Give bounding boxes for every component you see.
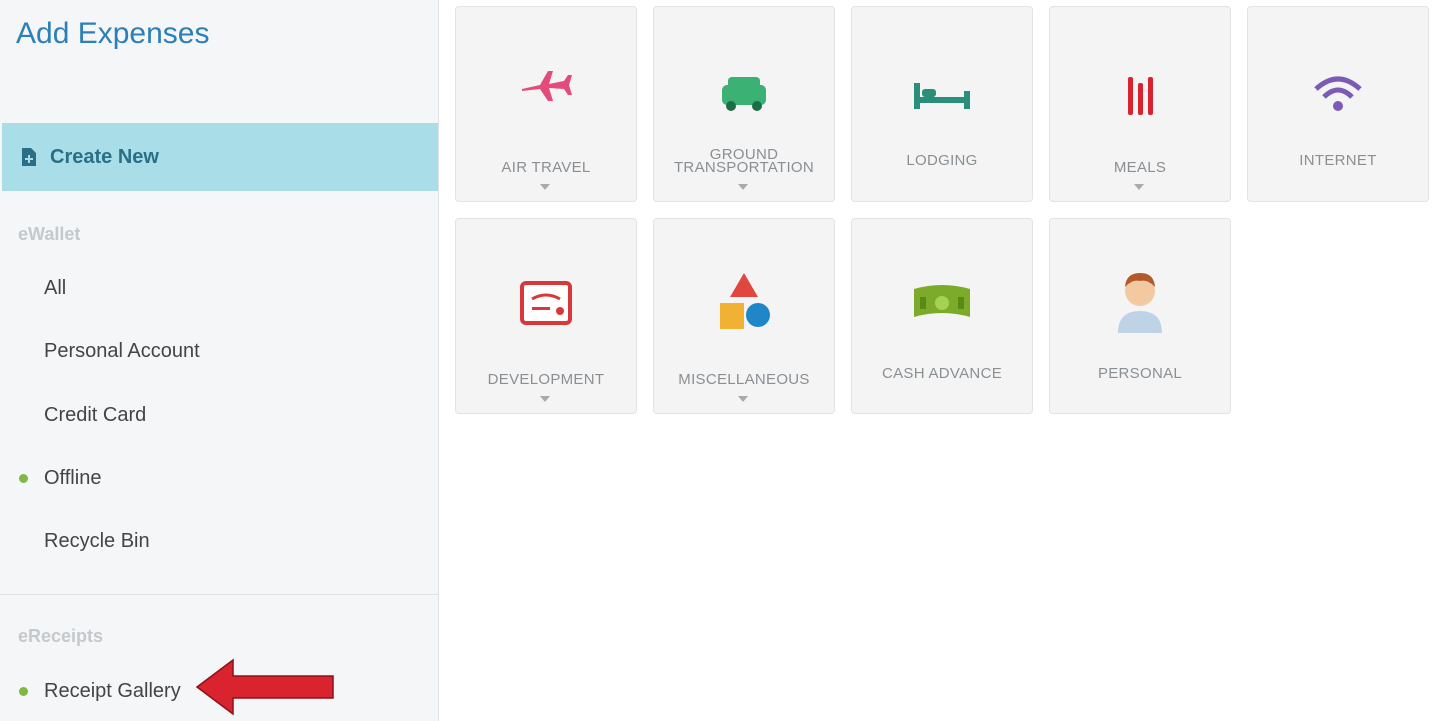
ewallet-section-label: eWallet	[18, 224, 81, 244]
cash-icon	[852, 283, 1032, 323]
page-title: Add Expenses	[16, 17, 210, 50]
create-new-button[interactable]: Create New	[2, 123, 438, 191]
tile-label: LODGING	[906, 152, 978, 169]
tile-label: MEALS	[1113, 159, 1167, 176]
sidebar-item-all[interactable]: All	[44, 277, 66, 300]
tile-label: AIR TRAVEL	[501, 159, 591, 176]
tile-air-travel[interactable]: AIR TRAVEL	[455, 6, 637, 202]
wifi-icon	[1248, 73, 1428, 113]
sidebar: Add Expenses Create New eWallet All Pers…	[0, 0, 439, 721]
tile-personal[interactable]: PERSONAL	[1049, 218, 1231, 414]
tile-lodging[interactable]: LODGING	[851, 6, 1033, 202]
sidebar-item-offline[interactable]: Offline	[44, 467, 101, 490]
bed-icon	[852, 73, 1032, 113]
chevron-down-icon	[1134, 184, 1144, 190]
person-icon	[1050, 269, 1230, 335]
sidebar-item-receipt-gallery[interactable]: Receipt Gallery	[44, 680, 181, 703]
tile-development[interactable]: DEVELOPMENT	[455, 218, 637, 414]
sidebar-item-credit-card[interactable]: Credit Card	[44, 404, 146, 427]
chevron-down-icon	[738, 396, 748, 402]
red-arrow-pointer-icon	[195, 658, 335, 721]
airplane-icon	[456, 67, 636, 107]
ereceipts-section-label: eReceipts	[18, 626, 104, 646]
tile-label: INTERNET	[1299, 152, 1377, 169]
tile-label: DEVELOPMENT	[487, 371, 605, 388]
tile-label: CASH ADVANCE	[881, 365, 1003, 382]
sidebar-item-recycle-bin[interactable]: Recycle Bin	[44, 530, 150, 553]
chevron-down-icon	[738, 184, 748, 190]
tile-cash-advance[interactable]: CASH ADVANCE	[851, 218, 1033, 414]
car-icon	[654, 73, 834, 113]
tile-miscellaneous[interactable]: MISCELLANEOUS	[653, 218, 835, 414]
add-document-icon	[22, 148, 36, 166]
tile-ground-transportation[interactable]: GROUND TRANSPORTATION	[653, 6, 835, 202]
tile-label: PERSONAL	[1097, 365, 1183, 382]
chevron-down-icon	[540, 184, 550, 190]
sidebar-item-personal-account[interactable]: Personal Account	[44, 340, 200, 363]
tile-label: MISCELLANEOUS	[678, 371, 810, 388]
offline-status-dot	[19, 474, 28, 483]
tile-internet[interactable]: INTERNET	[1247, 6, 1429, 202]
tile-meals[interactable]: MEALS	[1049, 6, 1231, 202]
certificate-icon	[456, 279, 636, 325]
tile-label-line2: TRANSPORTATION	[673, 159, 815, 176]
create-new-label: Create New	[50, 145, 159, 168]
receipt-gallery-status-dot	[19, 687, 28, 696]
section-divider	[0, 594, 438, 595]
chevron-down-icon	[540, 396, 550, 402]
utensils-icon	[1050, 73, 1230, 117]
shapes-icon	[654, 271, 834, 333]
